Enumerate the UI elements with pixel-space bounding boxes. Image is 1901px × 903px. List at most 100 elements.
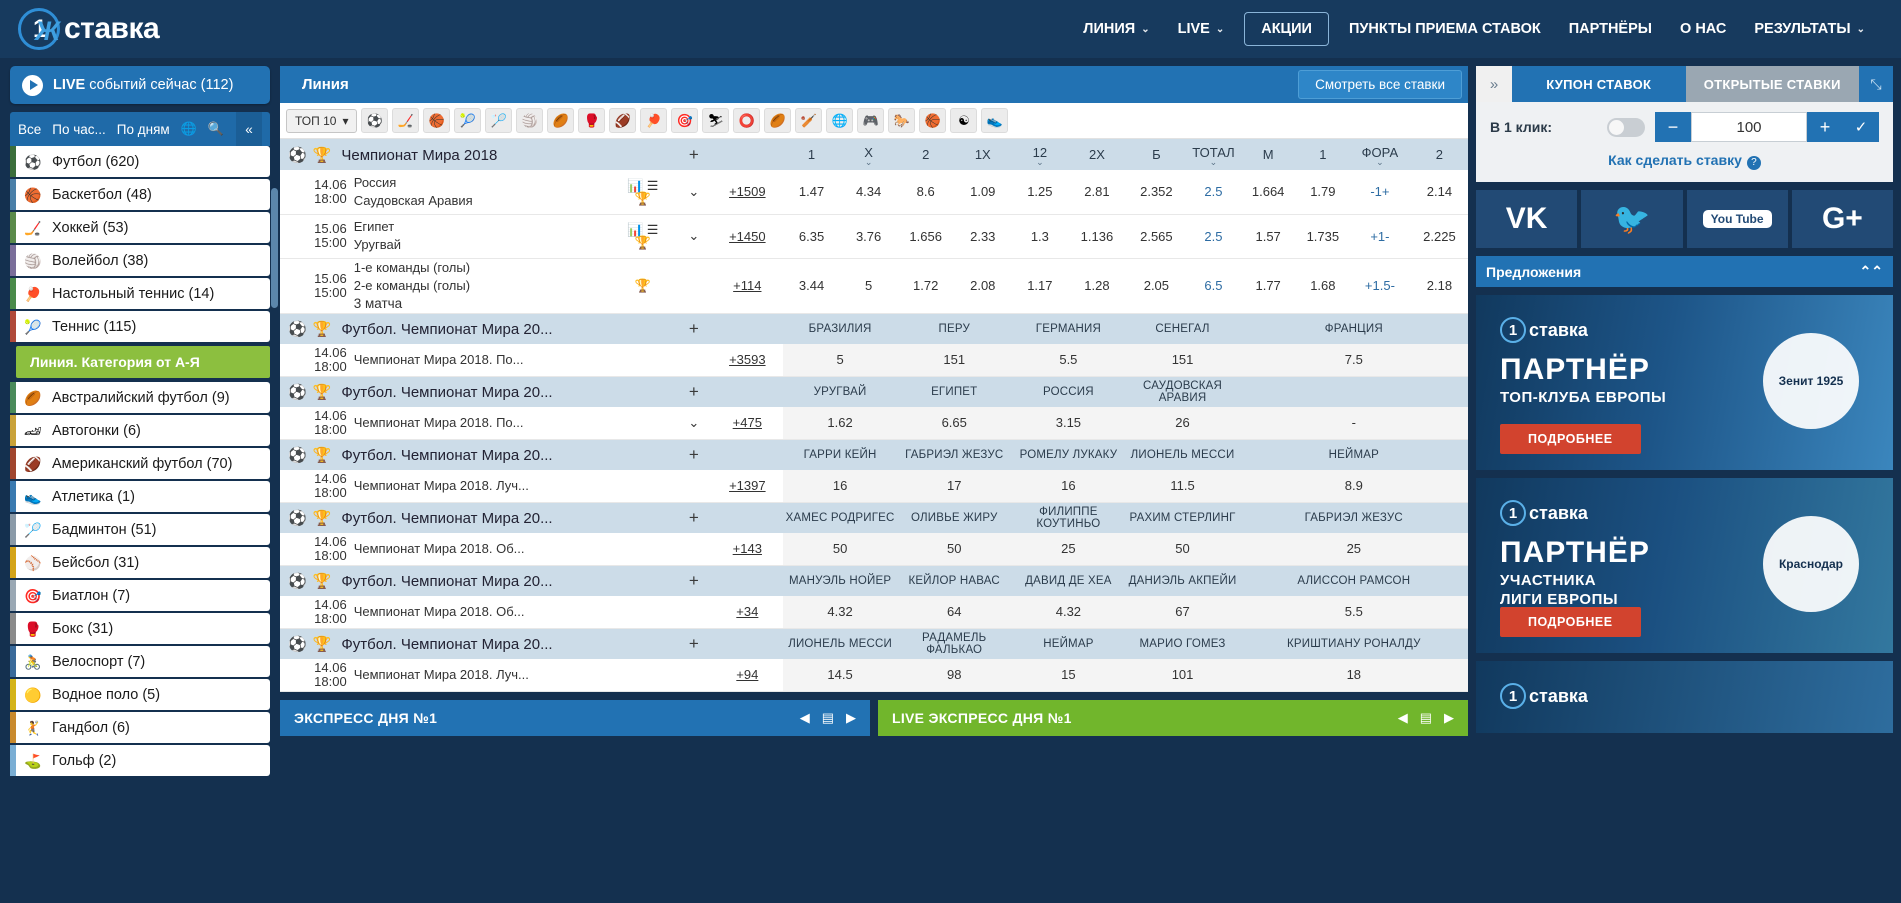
- outright-odd-cell[interactable]: 5.5: [1011, 344, 1126, 377]
- one-click-toggle[interactable]: [1607, 117, 1645, 137]
- sport-chip-2[interactable]: 🏀: [423, 108, 451, 133]
- odd-cell[interactable]: 1.3: [1011, 214, 1069, 259]
- chevron-up-icon[interactable]: ⌃⌃: [1860, 263, 1883, 280]
- column-header-3[interactable]: 1X: [954, 139, 1012, 170]
- prev-icon[interactable]: ◀: [800, 710, 810, 726]
- odd-cell[interactable]: 1.47: [783, 170, 841, 215]
- filter-by-day[interactable]: По дням: [117, 122, 170, 137]
- sidebar-item-sport-1[interactable]: 🏎 Автогонки (6): [10, 415, 270, 446]
- sport-chip-19[interactable]: ☯: [950, 108, 978, 133]
- list-icon[interactable]: ▤: [822, 710, 834, 726]
- outright-chevron[interactable]: [675, 659, 712, 692]
- outright-chevron[interactable]: [675, 533, 712, 566]
- promo-banner-2[interactable]: 1 ставка ПАРТНЁР УЧАСТНИКА ЛИГИ ЕВРОПЫ П…: [1476, 478, 1893, 653]
- sport-chip-18[interactable]: 🏀: [919, 108, 947, 133]
- match-expand-chevron[interactable]: [675, 258, 712, 314]
- nav-item-punkty[interactable]: ПУНКТЫ ПРИЕМА СТАВОК: [1335, 12, 1555, 46]
- odd-cell[interactable]: 1.664: [1239, 170, 1297, 215]
- sport-chip-15[interactable]: 🌐: [826, 108, 854, 133]
- odd-cell[interactable]: 5: [840, 258, 898, 314]
- next-icon[interactable]: ▶: [846, 710, 856, 726]
- outright-odd-cell[interactable]: 16: [783, 470, 898, 503]
- odd-cell[interactable]: 1.09: [954, 170, 1012, 215]
- sport-chip-10[interactable]: 🎯: [671, 108, 699, 133]
- nav-item-live[interactable]: LIVE ⌄: [1164, 12, 1239, 46]
- prev-icon[interactable]: ◀: [1398, 710, 1408, 726]
- filter-all[interactable]: Все: [18, 122, 41, 137]
- sidebar-collapse-button[interactable]: «: [236, 112, 262, 146]
- sport-chip-6[interactable]: 🏉: [547, 108, 575, 133]
- stake-increment-button[interactable]: +: [1807, 112, 1843, 142]
- odd-cell[interactable]: 2.05: [1125, 258, 1188, 314]
- outright-odd-cell[interactable]: 7.5: [1239, 344, 1468, 377]
- nav-item-liniya[interactable]: ЛИНИЯ ⌄: [1069, 12, 1163, 46]
- outright-odd-cell[interactable]: 6.65: [897, 407, 1012, 440]
- outright-more-markets[interactable]: +94: [711, 659, 783, 692]
- outright-league-name[interactable]: ⚽ 🏆 Футбол. Чемпионат Мира 20...: [280, 628, 610, 659]
- outright-market-name[interactable]: Чемпионат Мира 2018. Об...: [353, 596, 610, 629]
- outright-league-name[interactable]: ⚽ 🏆 Футбол. Чемпионат Мира 20...: [280, 565, 610, 596]
- outright-league-name[interactable]: ⚽ 🏆 Футбол. Чемпионат Мира 20...: [280, 502, 610, 533]
- outright-league-name[interactable]: ⚽ 🏆 Футбол. Чемпионат Мира 20...: [280, 376, 610, 407]
- tab-coupon[interactable]: КУПОН СТАВОК: [1512, 66, 1686, 102]
- live-express-strip[interactable]: LIVE ЭКСПРЕСС ДНЯ №1 ◀ ▤ ▶: [878, 699, 1468, 736]
- column-header-4[interactable]: 12 ⌄: [1011, 139, 1069, 170]
- odd-cell[interactable]: 1.25: [1011, 170, 1069, 215]
- tab-open-bets[interactable]: ОТКРЫТЫЕ СТАВКИ: [1685, 66, 1859, 102]
- sidebar-item-top-5[interactable]: 🎾 Теннис (115): [10, 311, 270, 342]
- outright-chevron[interactable]: [675, 596, 712, 629]
- sidebar-item-sport-11[interactable]: ⛳ Гольф (2): [10, 745, 270, 776]
- league-name[interactable]: ⚽ 🏆 Чемпионат Мира 2018: [280, 139, 610, 170]
- odd-cell[interactable]: +1-: [1349, 214, 1411, 259]
- sidebar-item-sport-5[interactable]: ⚾ Бейсбол (31): [10, 547, 270, 578]
- outright-chevron[interactable]: [675, 344, 712, 377]
- outright-market-name[interactable]: Чемпионат Мира 2018. Луч...: [353, 470, 610, 503]
- column-header-7[interactable]: ТОТАЛ ⌄: [1187, 139, 1240, 170]
- express-of-day-strip[interactable]: ЭКСПРЕСС ДНЯ №1 ◀ ▤ ▶: [280, 699, 870, 736]
- all-bets-button[interactable]: Смотреть все ставки: [1298, 70, 1462, 99]
- odd-cell[interactable]: 1.79: [1296, 170, 1349, 215]
- outright-market-name[interactable]: Чемпионат Мира 2018. Луч...: [353, 659, 610, 692]
- match-more-markets[interactable]: +1509: [711, 170, 783, 215]
- odd-cell[interactable]: 2.565: [1125, 214, 1188, 259]
- outright-odd-cell[interactable]: 11.5: [1125, 470, 1240, 503]
- odd-cell[interactable]: 1.735: [1296, 214, 1349, 259]
- nav-item-about[interactable]: О НАС: [1666, 12, 1740, 46]
- globe-icon[interactable]: 🌐: [181, 121, 197, 137]
- sidebar-item-top-4[interactable]: 🏓 Настольный теннис (14): [10, 278, 270, 309]
- match-stats-icons[interactable]: 📊 ☰ 🏆: [609, 170, 676, 215]
- match-expand-chevron[interactable]: ⌄: [675, 214, 712, 259]
- odd-cell[interactable]: 2.14: [1410, 170, 1468, 215]
- sidebar-item-sport-6[interactable]: 🎯 Биатлон (7): [10, 580, 270, 611]
- outright-odd-cell[interactable]: 5.5: [1239, 596, 1468, 629]
- nav-item-results[interactable]: РЕЗУЛЬТАТЫ ⌄: [1740, 12, 1879, 46]
- match-stats-icons[interactable]: 📊 ☰ 🏆: [609, 214, 676, 259]
- site-logo[interactable]: 1 Ж ставка: [18, 8, 268, 50]
- outright-odd-cell[interactable]: 16: [1011, 470, 1126, 503]
- stake-confirm-button[interactable]: ✓: [1843, 112, 1879, 142]
- stake-decrement-button[interactable]: −: [1655, 112, 1691, 142]
- sport-chip-9[interactable]: 🏓: [640, 108, 668, 133]
- sport-chip-16[interactable]: 🎮: [857, 108, 885, 133]
- odd-cell[interactable]: 1.57: [1239, 214, 1297, 259]
- sport-chip-13[interactable]: 🏉: [764, 108, 792, 133]
- filter-by-hour[interactable]: По час...: [52, 122, 106, 137]
- match-expand-chevron[interactable]: ⌄: [675, 170, 712, 215]
- outright-chevron[interactable]: ⌄: [675, 407, 712, 440]
- sidebar-item-top-3[interactable]: 🏐 Волейбол (38): [10, 245, 270, 276]
- outright-odd-cell[interactable]: 1.62: [783, 407, 898, 440]
- outright-more-markets[interactable]: +475: [711, 407, 783, 440]
- outright-more-markets[interactable]: +143: [711, 533, 783, 566]
- odd-cell[interactable]: 6.5: [1187, 258, 1240, 314]
- odd-cell[interactable]: 1.17: [1011, 258, 1069, 314]
- odd-cell[interactable]: 6.35: [783, 214, 841, 259]
- odd-cell[interactable]: -1+: [1349, 170, 1411, 215]
- column-header-1[interactable]: X ⌄: [840, 139, 898, 170]
- sport-chip-17[interactable]: 🐎: [888, 108, 916, 133]
- odd-cell[interactable]: 2.08: [954, 258, 1012, 314]
- sidebar-item-sport-4[interactable]: 🏸 Бадминтон (51): [10, 514, 270, 545]
- outright-odd-cell[interactable]: 3.15: [1011, 407, 1126, 440]
- promo-banner-1[interactable]: 1 ставка ПАРТНЁР ТОП-КЛУБА ЕВРОПЫ ПОДРОБ…: [1476, 295, 1893, 470]
- odd-cell[interactable]: 2.5: [1187, 170, 1240, 215]
- outright-more-markets[interactable]: +34: [711, 596, 783, 629]
